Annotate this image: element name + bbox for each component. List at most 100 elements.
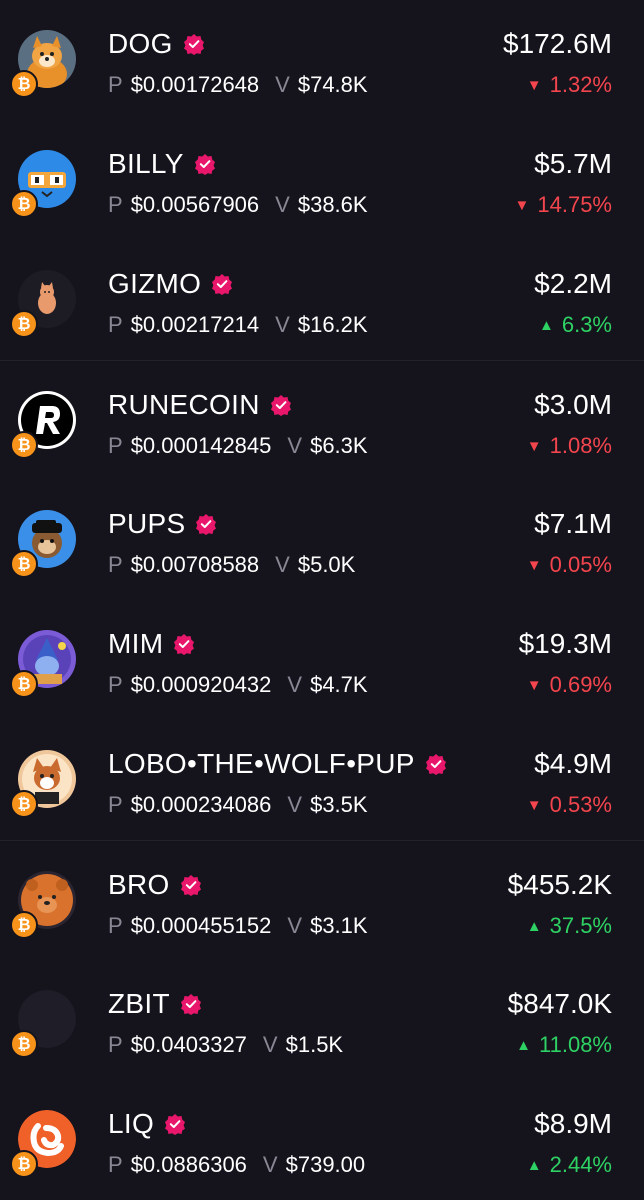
down-triangle-icon: ▼ bbox=[526, 796, 542, 814]
volume-prefix: V bbox=[287, 913, 303, 938]
token-name: RUNECOIN bbox=[108, 388, 292, 422]
token-row[interactable]: ₿ PUPS P $0.00708588 V $5.0K $7.1M ▼ 0.05% bbox=[0, 480, 644, 600]
token-list: ₿ DOG P $0.00172648 V $74.8K $172.6M ▼ 1.32%… bbox=[0, 0, 644, 1200]
token-row[interactable]: ₿ RUNECOIN P $0.000142845 V $6.3K $3.0M ▼ 1.… bbox=[0, 360, 644, 480]
price-change: ▼ 1.08% bbox=[527, 433, 612, 459]
token-stats: P $0.000234086 V $3.5K bbox=[108, 792, 368, 818]
token-stats: P $0.000455152 V $3.1K bbox=[108, 913, 368, 939]
token-name: GIZMO bbox=[108, 267, 233, 301]
up-triangle-icon: ▲ bbox=[516, 1036, 532, 1054]
token-price: $0.0886306 bbox=[130, 1152, 247, 1177]
token-name: DOG bbox=[108, 27, 205, 61]
token-row[interactable]: ₿ DOG P $0.00172648 V $74.8K $172.6M ▼ 1.32% bbox=[0, 0, 644, 120]
token-avatar: ₿ bbox=[10, 391, 76, 459]
price-change-value: 0.05% bbox=[549, 552, 612, 577]
price-change-value: 1.08% bbox=[549, 433, 612, 458]
market-cap: $5.7M bbox=[534, 148, 612, 179]
token-price: $0.000234086 bbox=[130, 792, 272, 817]
token-name: LOBO•THE•WOLF•PUP bbox=[108, 747, 447, 781]
price-prefix: P bbox=[108, 552, 123, 577]
token-name-text: GIZMO bbox=[108, 268, 202, 299]
token-volume: $74.8K bbox=[297, 72, 368, 97]
price-change-value: 11.08% bbox=[539, 1032, 612, 1057]
token-volume: $4.7K bbox=[310, 672, 368, 697]
token-avatar: ₿ bbox=[10, 990, 76, 1058]
token-row[interactable]: ₿ BRO P $0.000455152 V $3.1K $455.2K ▲ 37.5% bbox=[0, 840, 644, 960]
token-name-text: MIM bbox=[108, 628, 164, 659]
price-change: ▲ 2.44% bbox=[527, 1152, 612, 1178]
volume-prefix: V bbox=[275, 552, 290, 577]
token-volume: $739.00 bbox=[285, 1152, 366, 1177]
down-triangle-icon: ▼ bbox=[526, 676, 542, 694]
token-row[interactable]: ₿ GIZMO P $0.00217214 V $16.2K $2.2M ▲ 6.3% bbox=[0, 240, 644, 360]
price-change: ▼ 14.75% bbox=[515, 192, 612, 218]
token-avatar: ₿ bbox=[10, 150, 76, 218]
token-price: $0.00172648 bbox=[130, 72, 260, 97]
market-cap: $2.2M bbox=[534, 268, 612, 299]
verified-badge-icon bbox=[194, 153, 216, 175]
market-cap: $3.0M bbox=[534, 389, 612, 420]
token-stats: P $0.00567906 V $38.6K bbox=[108, 192, 368, 218]
volume-prefix: V bbox=[275, 72, 290, 97]
token-row[interactable]: ₿ BILLY P $0.00567906 V $38.6K $5.7M ▼ 14.75… bbox=[0, 120, 644, 240]
token-stats: P $0.00217214 V $16.2K bbox=[108, 312, 368, 338]
token-row[interactable]: ₿ LIQ P $0.0886306 V $739.00 $8.9M ▲ 2.44% bbox=[0, 1080, 644, 1200]
token-price: $0.000142845 bbox=[130, 433, 272, 458]
market-cap: $172.6M bbox=[503, 28, 612, 59]
price-prefix: P bbox=[108, 913, 123, 938]
price-change-value: 14.75% bbox=[537, 192, 612, 217]
token-name-text: PUPS bbox=[108, 508, 186, 539]
price-prefix: P bbox=[108, 1152, 123, 1177]
token-name: BILLY bbox=[108, 147, 216, 181]
token-avatar: ₿ bbox=[10, 30, 76, 98]
price-change: ▲ 37.5% bbox=[527, 913, 612, 939]
token-volume: $3.1K bbox=[310, 913, 368, 938]
token-volume: $3.5K bbox=[310, 792, 368, 817]
token-price: $0.000920432 bbox=[130, 672, 272, 697]
token-price: $0.00217214 bbox=[130, 312, 260, 337]
token-stats: P $0.000142845 V $6.3K bbox=[108, 433, 368, 459]
token-name: PUPS bbox=[108, 507, 217, 541]
up-triangle-icon: ▲ bbox=[526, 1156, 542, 1174]
price-prefix: P bbox=[108, 1032, 123, 1057]
token-row[interactable]: ₿ LOBO•THE•WOLF•PUP P $0.000234086 V $3.5K … bbox=[0, 720, 644, 840]
token-row[interactable]: ₿ ZBIT P $0.0403327 V $1.5K $847.0K ▲ 11.08% bbox=[0, 960, 644, 1080]
up-triangle-icon: ▲ bbox=[526, 917, 542, 935]
token-name-text: DOG bbox=[108, 28, 173, 59]
bitcoin-icon: ₿ bbox=[10, 911, 38, 939]
price-change: ▲ 6.3% bbox=[539, 312, 612, 338]
token-row[interactable]: ₿ MIM P $0.000920432 V $4.7K $19.3M ▼ 0.69% bbox=[0, 600, 644, 720]
bitcoin-icon: ₿ bbox=[10, 550, 38, 578]
token-volume: $6.3K bbox=[310, 433, 368, 458]
token-avatar: ₿ bbox=[10, 1110, 76, 1178]
up-triangle-icon: ▲ bbox=[538, 316, 554, 334]
token-price: $0.000455152 bbox=[130, 913, 272, 938]
token-avatar: ₿ bbox=[10, 630, 76, 698]
token-stats: P $0.000920432 V $4.7K bbox=[108, 672, 368, 698]
verified-badge-icon bbox=[270, 394, 292, 416]
token-stats: P $0.0886306 V $739.00 bbox=[108, 1152, 365, 1178]
verified-badge-icon bbox=[211, 273, 233, 295]
bitcoin-icon: ₿ bbox=[10, 790, 38, 818]
verified-badge-icon bbox=[173, 633, 195, 655]
volume-prefix: V bbox=[262, 1152, 278, 1177]
verified-badge-icon bbox=[180, 874, 202, 896]
bitcoin-icon: ₿ bbox=[10, 1150, 38, 1178]
token-avatar: ₿ bbox=[10, 510, 76, 578]
token-name: BRO bbox=[108, 868, 202, 902]
token-stats: P $0.0403327 V $1.5K bbox=[108, 1032, 343, 1058]
token-price: $0.0403327 bbox=[130, 1032, 247, 1057]
bitcoin-icon: ₿ bbox=[10, 70, 38, 98]
verified-badge-icon bbox=[195, 513, 217, 535]
market-cap: $19.3M bbox=[518, 628, 612, 659]
price-prefix: P bbox=[108, 672, 123, 697]
volume-prefix: V bbox=[275, 192, 290, 217]
verified-badge-icon bbox=[180, 993, 202, 1015]
volume-prefix: V bbox=[275, 312, 290, 337]
token-price: $0.00708588 bbox=[130, 552, 260, 577]
price-change-value: 0.53% bbox=[549, 792, 612, 817]
price-change-value: 37.5% bbox=[549, 913, 612, 938]
volume-prefix: V bbox=[262, 1032, 278, 1057]
bitcoin-icon: ₿ bbox=[10, 310, 38, 338]
price-prefix: P bbox=[108, 192, 123, 217]
